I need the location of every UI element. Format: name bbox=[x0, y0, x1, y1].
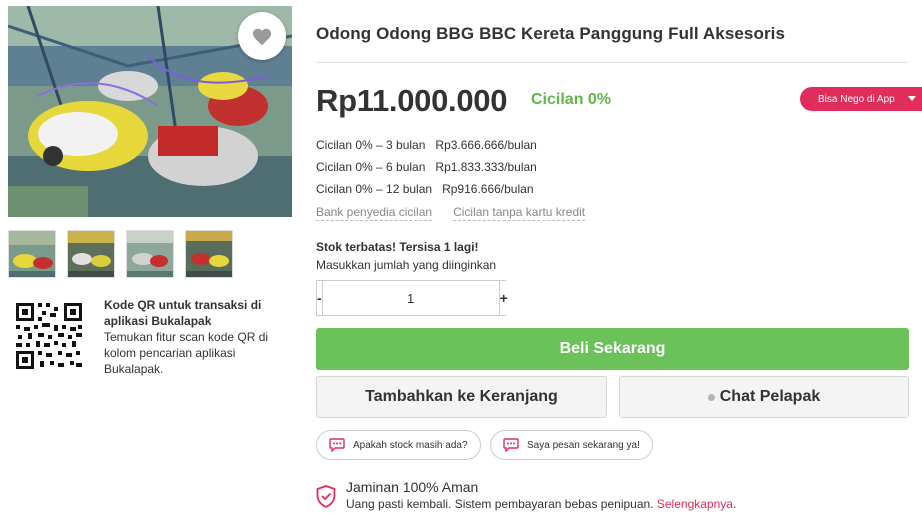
installment-amount: Rp3.666.666/bulan bbox=[435, 138, 537, 152]
favorite-button[interactable] bbox=[238, 12, 286, 60]
product-price: Rp11.000.000 bbox=[316, 83, 508, 118]
installment-amount: Rp916.666/bulan bbox=[442, 182, 534, 196]
quantity-label: Masukkan jumlah yang diinginkan bbox=[316, 258, 497, 272]
thumbnail-image bbox=[9, 231, 55, 277]
status-dot-icon bbox=[707, 393, 715, 401]
installment-label: Cicilan 0% – 6 bulan bbox=[316, 160, 426, 174]
installment-links: Bank penyedia cicilan Cicilan tanpa kart… bbox=[316, 205, 586, 221]
chat-bubble-icon bbox=[503, 438, 519, 452]
installment-label: Cicilan 0% – 3 bulan bbox=[316, 138, 426, 152]
thumbnail-1[interactable] bbox=[8, 230, 56, 278]
guarantee-text: Uang pasti kembali. Sistem pembayaran be… bbox=[346, 497, 654, 511]
learn-more-link[interactable]: Selengkapnya bbox=[657, 497, 733, 511]
add-to-cart-button[interactable]: Tambahkan ke Keranjang bbox=[316, 376, 607, 418]
chat-bubble-icon bbox=[329, 438, 345, 452]
thumbnail-image bbox=[68, 231, 114, 277]
thumbnail-strip bbox=[8, 230, 233, 278]
quick-chat-label: Saya pesan sekarang ya! bbox=[527, 439, 640, 451]
qr-title: Kode QR untuk transaksi di aplikasi Buka… bbox=[104, 298, 262, 328]
thumbnail-2[interactable] bbox=[67, 230, 115, 278]
quick-chat-stock[interactable]: Apakah stock masih ada? bbox=[316, 430, 481, 460]
nego-label: Bisa Nego di App bbox=[818, 93, 895, 105]
bank-installment-link[interactable]: Bank penyedia cicilan bbox=[316, 205, 433, 221]
installment-list: Cicilan 0% – 3 bulan Rp3.666.666/bulan Ci… bbox=[316, 137, 537, 203]
divider bbox=[316, 62, 908, 63]
qr-code-icon bbox=[14, 301, 84, 371]
installment-label: Cicilan 0% – 12 bulan bbox=[316, 182, 433, 196]
caret-down-icon bbox=[908, 96, 916, 101]
stock-warning: Stok terbatas! Tersisa 1 lagi! bbox=[316, 240, 479, 254]
buy-now-button[interactable]: Beli Sekarang bbox=[316, 328, 909, 370]
quantity-input[interactable] bbox=[322, 281, 499, 315]
thumbnail-4[interactable] bbox=[185, 230, 233, 278]
thumbnail-3[interactable] bbox=[126, 230, 174, 278]
installment-amount: Rp1.833.333/bulan bbox=[435, 160, 537, 174]
quick-chat-order[interactable]: Saya pesan sekarang ya! bbox=[490, 430, 653, 460]
quantity-stepper: - + bbox=[316, 280, 508, 316]
quick-chat-label: Apakah stock masih ada? bbox=[353, 439, 468, 451]
quantity-increase-button[interactable]: + bbox=[498, 281, 508, 315]
qr-description: Temukan fitur scan kode QR di kolom penc… bbox=[104, 330, 269, 376]
guarantee-suffix: . bbox=[732, 497, 737, 511]
guarantee-title: Jaminan 100% Aman bbox=[346, 479, 479, 495]
cicilan-badge: Cicilan 0% bbox=[531, 91, 612, 108]
shield-check-icon bbox=[316, 485, 336, 508]
installment-row: Cicilan 0% – 6 bulan Rp1.833.333/bulan bbox=[316, 159, 537, 181]
heart-icon bbox=[252, 28, 272, 46]
nego-button[interactable]: Bisa Nego di App bbox=[800, 87, 922, 111]
installment-row: Cicilan 0% – 12 bulan Rp916.666/bulan bbox=[316, 181, 537, 203]
thumbnail-image bbox=[127, 231, 173, 277]
chat-seller-button[interactable]: Chat Pelapak bbox=[619, 376, 909, 418]
product-title: Odong Odong BBG BBC Kereta Panggung Full… bbox=[316, 24, 786, 43]
chat-seller-label: Chat Pelapak bbox=[719, 388, 821, 405]
thumbnail-image bbox=[186, 231, 232, 277]
no-card-installment-link[interactable]: Cicilan tanpa kartu kredit bbox=[453, 205, 586, 221]
installment-row: Cicilan 0% – 3 bulan Rp3.666.666/bulan bbox=[316, 137, 537, 159]
guarantee-description: Uang pasti kembali. Sistem pembayaran be… bbox=[346, 497, 736, 511]
